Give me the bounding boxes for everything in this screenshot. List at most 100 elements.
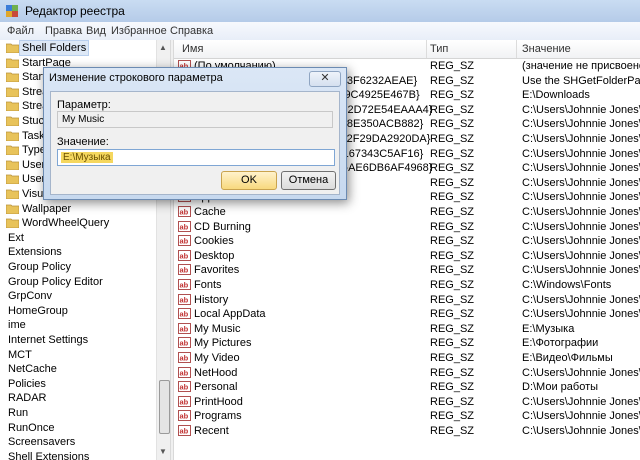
tree-item[interactable]: Group Policy Editor (0, 275, 156, 289)
tree-item[interactable]: Shell Extensions (0, 450, 156, 460)
svg-text:ab: ab (180, 397, 189, 406)
string-value-icon: ab (178, 322, 191, 334)
tree-item[interactable]: ime (0, 318, 156, 332)
table-row[interactable]: ab My Pictures REG_SZ E:\Фотографии (174, 336, 640, 350)
scroll-thumb[interactable] (159, 380, 170, 434)
tree-item-label: Internet Settings (8, 334, 89, 346)
folder-icon (6, 204, 19, 214)
table-row[interactable]: ab My Music REG_SZ E:\Музыка (174, 322, 640, 336)
table-row[interactable]: ab Cache REG_SZ C:\Users\Johnnie Jones\AppD (174, 205, 640, 219)
table-row[interactable]: ab History REG_SZ C:\Users\Johnnie Jones\Ap… (174, 293, 640, 307)
tree-item[interactable]: Shell Folders (0, 40, 156, 56)
tree-item[interactable]: Screensavers (0, 435, 156, 449)
cell-type: REG_SZ (430, 220, 475, 233)
cell-type: REG_SZ (430, 89, 475, 102)
value-input[interactable]: E:\Музыка (57, 149, 335, 166)
cell-type: REG_SZ (430, 133, 475, 145)
edit-string-dialog: Изменение строкового параметра ✕ Парамет… (43, 67, 347, 200)
menu-view[interactable]: Вид (86, 25, 106, 37)
table-row[interactable]: ab PrintHood REG_SZ C:\Users\Johnnie Jones\… (174, 395, 640, 409)
tree-item[interactable]: RADAR (0, 391, 156, 405)
tree-item[interactable]: WordWheelQuery (0, 216, 156, 230)
cell-name: My Pictures (194, 337, 252, 350)
menu-help[interactable]: Справка (170, 25, 213, 37)
cell-name: CD Burning (194, 220, 251, 233)
dialog-body: Параметр: My Music Значение: E:\Музыка O… (50, 91, 340, 195)
folder-icon (6, 72, 19, 83)
menu-edit[interactable]: Правка (45, 25, 82, 37)
table-row[interactable]: ab Recent REG_SZ C:\Users\Johnnie Jones\App… (174, 424, 640, 438)
table-row[interactable]: ab Cookies REG_SZ C:\Users\Johnnie Jones\Ap… (174, 234, 640, 248)
column-separator[interactable] (516, 40, 517, 58)
folder-icon (6, 43, 19, 53)
table-row[interactable]: ab Desktop REG_SZ C:\Users\Johnnie Jones\De… (174, 249, 640, 263)
tree-item[interactable]: RunOnce (0, 421, 156, 435)
cell-name: Favorites (194, 264, 240, 277)
tree-item[interactable]: Ext (0, 231, 156, 245)
svg-text:ab: ab (180, 310, 189, 319)
menu-favorites[interactable]: Избранное (111, 25, 167, 37)
cell-type: REG_SZ (430, 176, 475, 189)
svg-text:ab: ab (180, 383, 189, 392)
tree-item[interactable]: Run (0, 406, 156, 420)
tree-item-label: Visu (22, 188, 44, 200)
table-row[interactable]: ab My Video REG_SZ E:\Видео\Фильмы (174, 351, 640, 365)
tree-item[interactable]: Wallpaper (0, 202, 156, 216)
folder-icon (6, 189, 19, 199)
tree-item[interactable]: Internet Settings (0, 333, 156, 347)
svg-text:ab: ab (180, 324, 189, 333)
cell-value: C:\Users\Johnnie Jones\AppD (522, 308, 640, 321)
cell-value: C:\Users\Johnnie Jones\AppD (522, 410, 640, 423)
table-row[interactable]: ab Fonts REG_SZ C:\Windows\Fonts (174, 278, 640, 292)
cell-name: Programs (194, 410, 242, 423)
table-row[interactable]: ab Favorites REG_SZ C:\Users\Johnnie Jones\… (174, 263, 640, 277)
cell-value: C:\Users\Johnnie Jones\AppD (522, 220, 640, 233)
cell-type: REG_SZ (430, 395, 475, 408)
menu-file[interactable]: Файл (7, 25, 34, 37)
cell-value: C:\Users\Johnnie Jones\AppD (522, 425, 640, 437)
tree-item[interactable]: MCT (0, 348, 156, 362)
string-value-icon: ab (178, 220, 191, 232)
tree-item[interactable]: NetCache (0, 362, 156, 376)
param-label: Параметр: (57, 99, 111, 111)
cell-value: (значение не присвоено) (522, 60, 640, 72)
cell-value: C:\Windows\Fonts (522, 279, 612, 291)
scroll-down-icon[interactable]: ▼ (159, 447, 167, 456)
cell-type: REG_SZ (430, 103, 475, 116)
string-value-icon: ab (178, 352, 191, 363)
table-row[interactable]: ab NetHood REG_SZ C:\Users\Johnnie Jones\Ap… (174, 366, 640, 380)
table-row[interactable]: ab CD Burning REG_SZ C:\Users\Johnnie Jones… (174, 220, 640, 234)
cell-value: E:\Фотографии (522, 337, 599, 350)
cancel-button[interactable]: Отмена (281, 171, 336, 190)
cell-type: REG_SZ (430, 206, 475, 218)
cell-type: REG_SZ (430, 308, 475, 321)
folder-icon (6, 145, 19, 156)
cell-value: C:\Users\Johnnie Jones\AppD (522, 147, 640, 160)
column-separator[interactable] (426, 40, 427, 58)
column-header-type[interactable]: Тип (430, 43, 448, 55)
scroll-up-icon[interactable]: ▲ (159, 43, 167, 52)
table-row[interactable]: ab Personal REG_SZ D:\Мои работы (174, 380, 640, 394)
svg-text:ab: ab (180, 412, 189, 421)
tree-item[interactable]: Extensions (0, 245, 156, 259)
cell-name: My Video (194, 352, 240, 364)
ok-button[interactable]: OK (221, 171, 277, 190)
tree-item-label: NetCache (8, 363, 57, 376)
tree-item[interactable]: Group Policy (0, 260, 156, 274)
tree-item[interactable]: GrpConv (0, 289, 156, 303)
column-header-name[interactable]: Имя (182, 43, 203, 55)
cell-value: C:\Users\Johnnie Jones\AppD (522, 191, 640, 204)
cell-name: Personal (194, 381, 238, 394)
cell-name: History (194, 293, 229, 306)
column-header-value[interactable]: Значение (522, 43, 571, 55)
cell-type: REG_SZ (430, 381, 475, 394)
table-row[interactable]: ab Local AppData REG_SZ C:\Users\Johnnie Jo… (174, 307, 640, 321)
dialog-close-button[interactable]: ✕ (309, 71, 341, 87)
tree-item[interactable]: HomeGroup (0, 304, 156, 318)
value-label: Значение: (57, 136, 109, 148)
value-selected-text: E:\Музыка (61, 152, 113, 163)
tree-item[interactable]: Policies (0, 377, 156, 391)
string-value-icon: ab (178, 366, 191, 378)
table-row[interactable]: ab Programs REG_SZ C:\Users\Johnnie Jones\A… (174, 409, 640, 423)
tree-item-label: RADAR (8, 392, 47, 405)
